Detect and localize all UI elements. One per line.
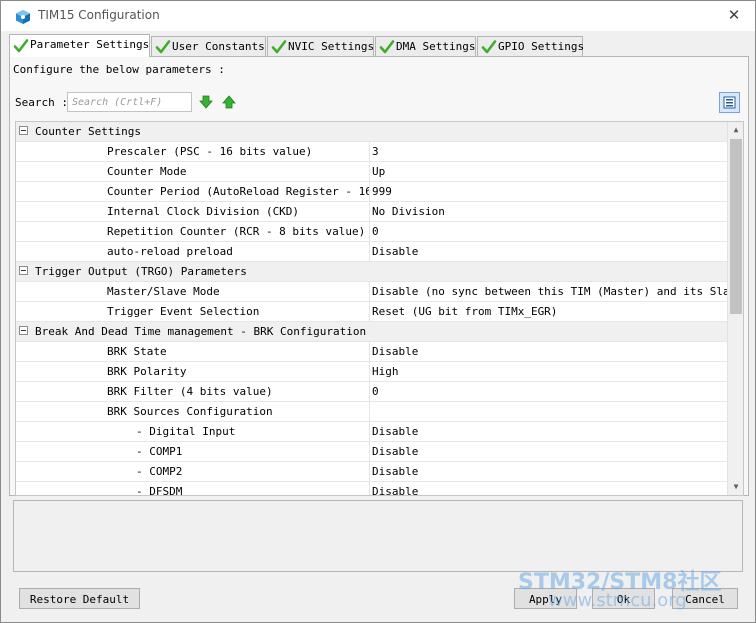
parameter-description-box bbox=[13, 500, 743, 572]
cube-icon bbox=[16, 10, 30, 24]
param-row-trigger-event-selection[interactable]: Trigger Event Selection Reset (UG bit fr… bbox=[16, 302, 727, 322]
param-row-comp1[interactable]: - COMP1 Disable bbox=[16, 442, 727, 462]
param-value[interactable]: Disable (no sync between this TIM (Maste… bbox=[371, 282, 727, 301]
section-title: Break And Dead Time management - BRK Con… bbox=[35, 325, 367, 338]
param-value[interactable]: Disable bbox=[371, 482, 727, 495]
param-row-comp2[interactable]: - COMP2 Disable bbox=[16, 462, 727, 482]
param-value[interactable]: Up bbox=[371, 162, 727, 181]
scroll-up-arrow-icon[interactable]: ▲ bbox=[728, 122, 743, 138]
scroll-down-arrow-icon[interactable]: ▼ bbox=[728, 479, 743, 495]
section-row-trigger-output[interactable]: Trigger Output (TRGO) Parameters bbox=[16, 262, 727, 282]
param-value[interactable]: 0 bbox=[371, 222, 727, 241]
param-row-brk-polarity[interactable]: BRK Polarity High bbox=[16, 362, 727, 382]
section-title: Trigger Output (TRGO) Parameters bbox=[35, 265, 247, 278]
param-value[interactable]: Disable bbox=[371, 442, 727, 461]
scroll-thumb[interactable] bbox=[730, 139, 742, 314]
list-view-toggle-button[interactable] bbox=[719, 92, 740, 113]
tab-gpio-settings[interactable]: GPIO Settings bbox=[477, 36, 585, 56]
param-name: Counter Mode bbox=[16, 162, 370, 181]
param-value[interactable]: Disable bbox=[371, 422, 727, 441]
green-check-icon bbox=[155, 40, 171, 54]
param-value bbox=[371, 402, 727, 421]
param-name: - Digital Input bbox=[16, 422, 370, 441]
param-name: Internal Clock Division (CKD) bbox=[16, 202, 370, 221]
param-value[interactable]: 0 bbox=[371, 382, 727, 401]
ok-button[interactable]: Ok bbox=[592, 588, 655, 609]
parameter-settings-panel: Configure the below parameters : Search … bbox=[9, 56, 749, 496]
param-value[interactable]: Disable bbox=[371, 462, 727, 481]
param-row-brk-sources: BRK Sources Configuration bbox=[16, 402, 727, 422]
close-button[interactable]: ✕ bbox=[723, 3, 745, 27]
tab-label: User Constants bbox=[172, 40, 265, 53]
green-check-icon bbox=[13, 39, 29, 53]
tab-dma-settings[interactable]: DMA Settings bbox=[375, 36, 476, 56]
vertical-scrollbar[interactable]: ▲ ▼ bbox=[727, 122, 743, 495]
param-row-brk-state[interactable]: BRK State Disable bbox=[16, 342, 727, 362]
section-title: Counter Settings bbox=[35, 125, 141, 138]
param-value[interactable]: 999 bbox=[371, 182, 727, 201]
tab-label: Parameter Settings bbox=[30, 38, 150, 51]
search-label: Search : bbox=[15, 96, 68, 109]
restore-default-button[interactable]: Restore Default bbox=[19, 588, 140, 609]
param-name: BRK State bbox=[16, 342, 370, 361]
param-row-dfsdm[interactable]: - DFSDM Disable bbox=[16, 482, 727, 495]
apply-button[interactable]: Apply bbox=[514, 588, 577, 609]
param-row-digital-input[interactable]: - Digital Input Disable bbox=[16, 422, 727, 442]
search-input[interactable] bbox=[67, 92, 192, 112]
param-row-prescaler[interactable]: Prescaler (PSC - 16 bits value) 3 bbox=[16, 142, 727, 162]
section-row-break-dead-time[interactable]: Break And Dead Time management - BRK Con… bbox=[16, 322, 727, 342]
tab-parameter-settings[interactable]: Parameter Settings bbox=[9, 34, 150, 57]
param-row-auto-reload-preload[interactable]: auto-reload preload Disable bbox=[16, 242, 727, 262]
tim15-configuration-dialog: TIM15 Configuration ✕ Parameter Settings… bbox=[0, 0, 756, 623]
arrow-down-icon[interactable] bbox=[199, 95, 213, 109]
tab-label: GPIO Settings bbox=[498, 40, 585, 53]
tab-label: NVIC Settings bbox=[288, 40, 375, 53]
tab-nvic-settings[interactable]: NVIC Settings bbox=[267, 36, 374, 56]
param-name: BRK Filter (4 bits value) bbox=[16, 382, 370, 401]
parameter-rows: Counter Settings Prescaler (PSC - 16 bit… bbox=[16, 122, 727, 495]
param-name: Repetition Counter (RCR - 8 bits value) bbox=[16, 222, 370, 241]
configure-instructions: Configure the below parameters : bbox=[13, 63, 225, 76]
param-value[interactable]: Disable bbox=[371, 342, 727, 361]
param-name: - COMP1 bbox=[16, 442, 370, 461]
green-check-icon bbox=[271, 40, 287, 54]
param-name: BRK Polarity bbox=[16, 362, 370, 381]
param-value[interactable]: High bbox=[371, 362, 727, 381]
param-name: - COMP2 bbox=[16, 462, 370, 481]
title-bar: TIM15 Configuration ✕ bbox=[1, 1, 755, 31]
param-value[interactable]: 3 bbox=[371, 142, 727, 161]
green-check-icon bbox=[379, 40, 395, 54]
param-value[interactable]: No Division bbox=[371, 202, 727, 221]
list-view-icon bbox=[723, 96, 736, 109]
param-name: Counter Period (AutoReload Register - 16… bbox=[16, 182, 370, 201]
param-name: Master/Slave Mode bbox=[16, 282, 370, 301]
param-name: - DFSDM bbox=[16, 482, 370, 495]
green-check-icon bbox=[481, 40, 497, 54]
tab-bar: Parameter Settings User Constants NVIC S… bbox=[9, 34, 749, 57]
cancel-button[interactable]: Cancel bbox=[672, 588, 738, 609]
arrow-up-icon[interactable] bbox=[222, 95, 236, 109]
window-title: TIM15 Configuration bbox=[38, 8, 160, 22]
param-value[interactable]: Reset (UG bit from TIMx_EGR) bbox=[371, 302, 727, 321]
param-value[interactable]: Disable bbox=[371, 242, 727, 261]
tab-user-constants[interactable]: User Constants bbox=[151, 36, 266, 56]
parameter-grid: Counter Settings Prescaler (PSC - 16 bit… bbox=[15, 121, 744, 496]
param-row-counter-period[interactable]: Counter Period (AutoReload Register - 16… bbox=[16, 182, 727, 202]
param-name: Trigger Event Selection bbox=[16, 302, 370, 321]
section-row-counter-settings[interactable]: Counter Settings bbox=[16, 122, 727, 142]
param-row-repetition-counter[interactable]: Repetition Counter (RCR - 8 bits value) … bbox=[16, 222, 727, 242]
param-name: BRK Sources Configuration bbox=[16, 402, 370, 421]
param-row-master-slave-mode[interactable]: Master/Slave Mode Disable (no sync betwe… bbox=[16, 282, 727, 302]
tab-label: DMA Settings bbox=[396, 40, 476, 53]
param-row-counter-mode[interactable]: Counter Mode Up bbox=[16, 162, 727, 182]
param-row-clock-division[interactable]: Internal Clock Division (CKD) No Divisio… bbox=[16, 202, 727, 222]
param-row-brk-filter[interactable]: BRK Filter (4 bits value) 0 bbox=[16, 382, 727, 402]
param-name: auto-reload preload bbox=[16, 242, 370, 261]
param-name: Prescaler (PSC - 16 bits value) bbox=[16, 142, 370, 161]
